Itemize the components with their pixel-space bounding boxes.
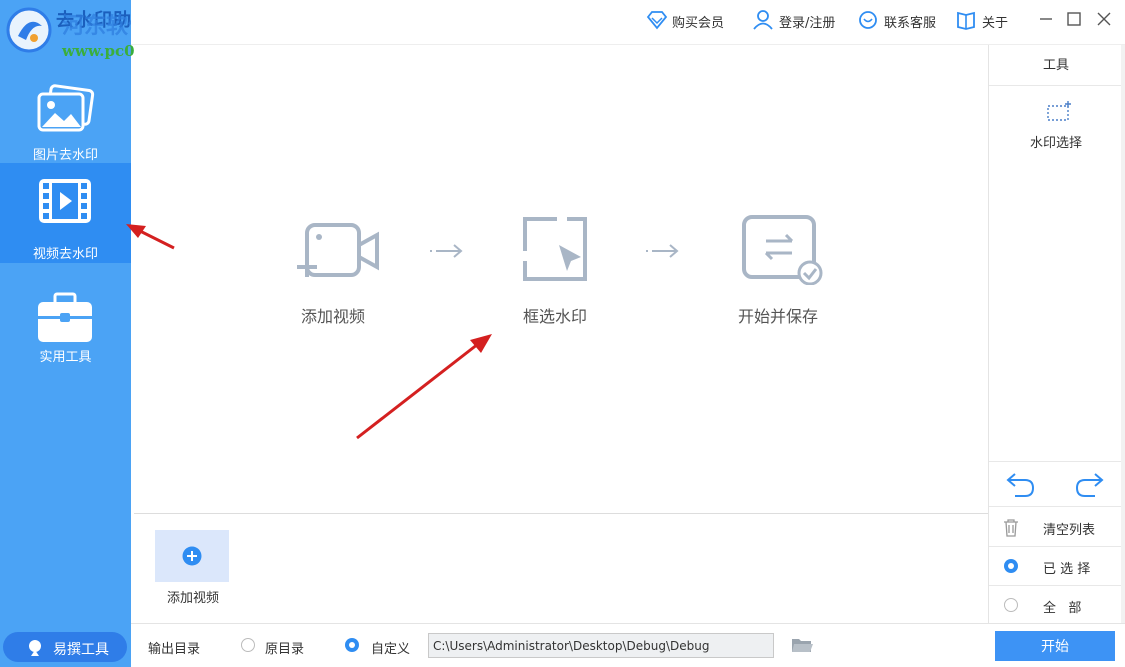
step-arrow-icon: [644, 243, 680, 262]
login-register-label: 登录/注册: [779, 16, 836, 31]
app-logo-icon: [6, 7, 52, 53]
scope-selected-label: 已 选 择: [1043, 562, 1091, 577]
sidebar-item-image-watermark[interactable]: 图片去水印: [0, 72, 131, 172]
step-arrow-icon: [428, 243, 464, 262]
sidebar-item-video-watermark[interactable]: 视频去水印: [0, 163, 131, 263]
add-video-label: 添加视频: [166, 591, 219, 606]
service-icon: [859, 11, 877, 29]
output-bar: 输出目录 原目录 自定义 开始: [131, 623, 1125, 667]
pen-badge-icon: [29, 640, 41, 656]
plus-circle-icon: [182, 546, 202, 566]
undo-redo-bar: [989, 461, 1123, 507]
app-window: 去水印助手 河东软件园 www.pc0359.cn 图片去水印 视频去水印 实用…: [0, 0, 1125, 667]
easy-tool-button[interactable]: 易撰工具: [3, 632, 127, 662]
step-label: 框选水印: [522, 307, 587, 326]
app-logo-area: 去水印助手 河东软件园 www.pc0359.cn: [0, 0, 191, 62]
tools-panel-title: 工具: [989, 45, 1123, 86]
sidebar: 去水印助手 河东软件园 www.pc0359.cn 图片去水印 视频去水印 实用…: [0, 0, 191, 667]
image-icon: [37, 84, 95, 132]
step-start-save: 开始并保存: [718, 215, 838, 327]
redo-button[interactable]: [1073, 470, 1105, 500]
output-dir-label: 输出目录: [148, 642, 201, 657]
close-button[interactable]: [1091, 8, 1117, 30]
close-icon: [1097, 12, 1111, 26]
buy-member-label: 购买会员: [672, 16, 725, 31]
scope-all-label: 全 部: [1043, 601, 1082, 616]
step-select-watermark: 框选水印: [495, 215, 615, 327]
custom-dir-radio[interactable]: [345, 638, 359, 652]
tools-panel: 工具 水印选择 清空列表 已 选 择 全 部: [988, 45, 1123, 625]
minimize-button[interactable]: [1033, 8, 1059, 30]
user-icon: [753, 10, 773, 30]
watermark-select-tool[interactable]: 水印选择: [989, 87, 1123, 157]
minimize-icon: [1040, 18, 1052, 20]
clear-list-button[interactable]: 清空列表: [989, 508, 1123, 547]
scope-all-radio[interactable]: [1004, 598, 1018, 612]
redo-icon: [1075, 473, 1104, 497]
toolbox-icon: [38, 292, 92, 342]
select-area-icon: [523, 217, 587, 281]
step-add-video: 添加视频: [273, 215, 393, 327]
video-list-strip: 添加视频: [134, 513, 988, 623]
output-path-field[interactable]: [428, 633, 774, 658]
contact-service-label: 联系客服: [884, 16, 937, 31]
original-dir-radio[interactable]: [241, 638, 255, 652]
workflow-area: 添加视频 框选水印 开始并保存: [134, 45, 988, 513]
trash-icon: [1004, 519, 1018, 537]
add-video-tile[interactable]: [155, 530, 229, 582]
watermark-select-label: 水印选择: [1029, 136, 1082, 151]
video-icon: [39, 179, 91, 223]
scope-selected-radio[interactable]: [1004, 559, 1018, 573]
sidebar-item-label: 实用工具: [39, 350, 92, 365]
scope-selected-option[interactable]: 已 选 择: [989, 547, 1123, 586]
sidebar-item-utilities[interactable]: 实用工具: [0, 282, 131, 382]
convert-save-icon: [742, 215, 823, 285]
diamond-icon: [646, 11, 668, 30]
clear-list-label: 清空列表: [1043, 523, 1096, 538]
undo-icon: [1006, 473, 1035, 497]
sidebar-item-label: 视频去水印: [32, 247, 98, 262]
folder-icon[interactable]: [791, 636, 813, 654]
title-bar: 购买会员 登录/注册 联系客服 关于: [131, 0, 1125, 45]
dashed-select-icon: [1047, 101, 1071, 121]
sidebar-item-label: 图片去水印: [32, 148, 98, 163]
original-dir-label: 原目录: [265, 642, 305, 657]
step-label: 添加视频: [300, 307, 365, 326]
scope-all-option[interactable]: 全 部: [989, 586, 1123, 625]
about-label: 关于: [982, 16, 1009, 31]
undo-button[interactable]: [1005, 470, 1037, 500]
panel-edge: [1121, 45, 1125, 623]
easy-tool-label: 易撰工具: [53, 642, 109, 658]
maximize-icon: [1067, 12, 1081, 26]
add-video-icon: [297, 223, 379, 277]
custom-dir-label: 自定义: [371, 642, 411, 657]
start-button[interactable]: 开始: [995, 631, 1115, 661]
book-icon: [957, 11, 975, 30]
maximize-button[interactable]: [1061, 8, 1087, 30]
step-label: 开始并保存: [737, 307, 818, 326]
